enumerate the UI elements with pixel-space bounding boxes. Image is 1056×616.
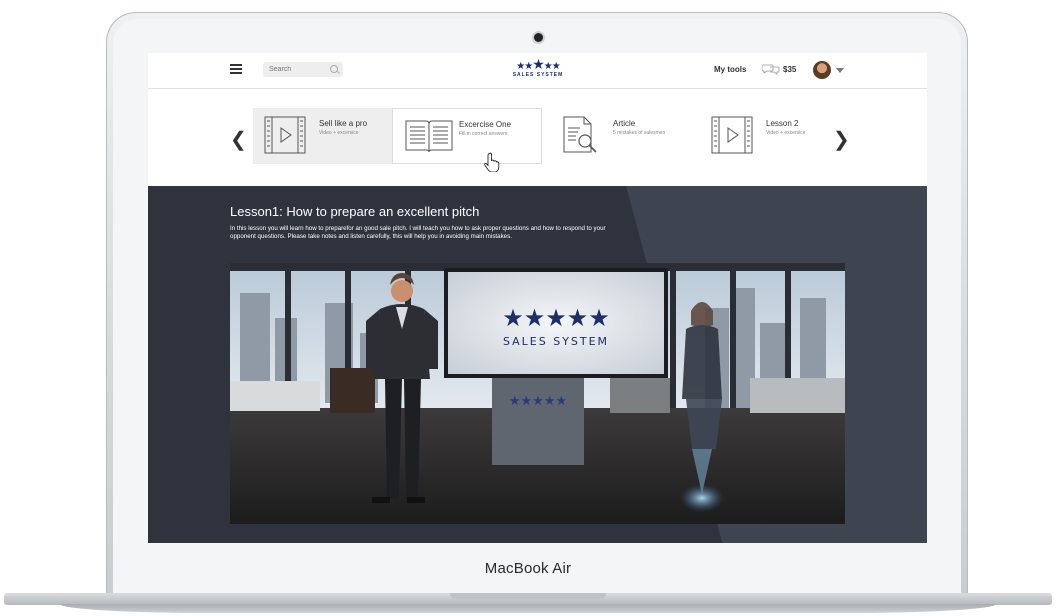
- carousel-item-article[interactable]: Article 5 mistakes of salesmen: [547, 108, 697, 164]
- carousel-item-subtitle: Video + excersice: [766, 130, 806, 136]
- lesson-video-player[interactable]: ★★★★★ ★★★★★ SALES SYSTEM: [230, 263, 845, 524]
- chevron-down-icon[interactable]: [836, 68, 844, 73]
- avatar[interactable]: [813, 61, 831, 79]
- top-bar: ★★★★★ SALES SYSTEM My tools $35: [148, 53, 927, 89]
- book-icon: [405, 120, 453, 153]
- tv-logo-stars: ★★★★★: [502, 304, 610, 332]
- carousel-prev-icon[interactable]: ❮: [230, 127, 247, 152]
- video-frame: ★★★★★ ★★★★★ SALES SYSTEM: [230, 263, 845, 524]
- video-icon: [264, 116, 306, 154]
- hand-cursor-icon: [484, 152, 500, 172]
- video-icon: [711, 116, 753, 154]
- lesson-title: Lesson1: How to prepare an excellent pit…: [230, 204, 480, 219]
- lid-notch: [450, 593, 606, 599]
- carousel-item-title: Excercise One: [459, 120, 512, 129]
- article-search-icon: [563, 116, 597, 153]
- chat-bubbles-icon[interactable]: [762, 63, 780, 75]
- carousel-item-sell-like-a-pro[interactable]: Sell like a pro Video + excersice: [253, 108, 403, 164]
- carousel-item-excercise-one[interactable]: Excercise One Fill in correct answers: [392, 108, 542, 164]
- sales-system-logo[interactable]: ★★★★★ SALES SYSTEM: [503, 56, 573, 83]
- laptop-bottom: [60, 604, 996, 613]
- lesson-section: Lesson1: How to prepare an excellent pit…: [148, 186, 927, 543]
- device-brand: MacBook Air: [484, 560, 572, 577]
- carousel-item-title: Sell like a pro: [319, 119, 368, 128]
- logo-word: SALES SYSTEM: [512, 72, 564, 78]
- carousel-item-subtitle: Video + excersice: [319, 130, 359, 136]
- tv-logo-word: SALES SYSTEM: [503, 335, 609, 348]
- carousel-next-icon[interactable]: ❯: [833, 127, 850, 152]
- carousel-item-subtitle: Fill in correct answers: [459, 131, 508, 137]
- podium-logo-stars: ★★★★★: [509, 394, 567, 409]
- logo-stars: ★★★★★: [516, 56, 560, 72]
- credits-balance: $35: [783, 65, 797, 74]
- search-icon[interactable]: [330, 65, 338, 73]
- camera-icon: [534, 33, 543, 42]
- hamburger-menu-icon[interactable]: [230, 64, 242, 74]
- app-screen: ★★★★★ SALES SYSTEM My tools $35 ❮ Sell l…: [148, 53, 927, 543]
- carousel-item-subtitle: 5 mistakes of salesmen: [613, 130, 666, 136]
- my-tools-link[interactable]: My tools: [714, 65, 746, 74]
- lesson-carousel: ❮ Sell like a pro Video + excersice Exce…: [148, 89, 927, 185]
- carousel-item-title: Lesson 2: [766, 119, 799, 128]
- laptop-base: [0, 593, 1056, 616]
- carousel-item-title: Article: [613, 119, 636, 128]
- carousel-item-lesson-2[interactable]: Lesson 2 Video + excersice: [700, 108, 850, 164]
- lesson-description: In this lesson you will learn how to pre…: [230, 225, 606, 240]
